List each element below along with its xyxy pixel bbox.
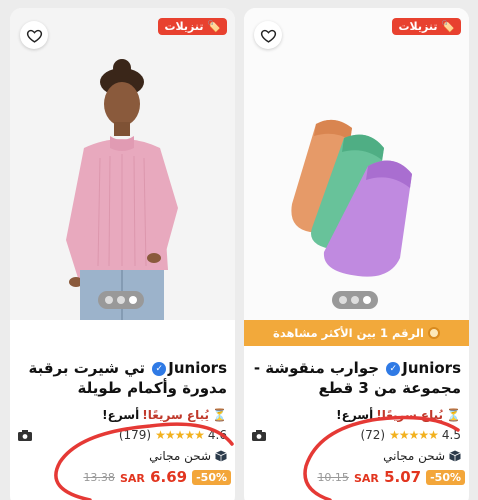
free-shipping: شحن مجاني — [149, 449, 227, 463]
heart-icon — [260, 29, 276, 43]
selling-fast-label: ⏳ يُباع سريعًا! أسرع! — [336, 408, 461, 422]
review-count: (72) — [360, 428, 386, 442]
rating-row: 4.5 ★★★★★ (72) — [252, 428, 461, 442]
hurry-text: أسرع! — [336, 408, 374, 422]
brand-name[interactable]: Juniors — [168, 359, 227, 377]
verified-icon: ✓ — [152, 361, 167, 376]
sale-price-value: 5.07 — [384, 468, 422, 486]
free-shipping: شحن مجاني — [383, 449, 461, 463]
brand-name[interactable]: Juniors — [402, 359, 461, 377]
image-carousel-dots[interactable] — [98, 291, 144, 309]
currency: SAR — [353, 472, 379, 485]
rating-score: 4.6 — [207, 428, 227, 442]
review-count: (179) — [118, 428, 152, 442]
price-row: -50% SAR 6.69 13.38 — [14, 468, 231, 486]
free-shipping-text: شحن مجاني — [383, 449, 445, 463]
sale-price: SAR 5.07 — [354, 468, 421, 486]
rating-score: 4.5 — [441, 428, 461, 442]
carousel-dot[interactable] — [339, 296, 347, 304]
product-image[interactable] — [244, 8, 469, 320]
wishlist-button[interactable] — [254, 21, 282, 49]
price-row: -50% SAR 5.07 10.15 — [248, 468, 465, 486]
product-card-socks[interactable]: 🏷️ تنزيلات الرقم 1 بين الأكثر مشاهدة Jun… — [244, 8, 469, 500]
sale-price-value: 6.69 — [150, 468, 188, 486]
rating-stars: ★★★★★ — [389, 428, 439, 442]
product-image[interactable] — [10, 8, 235, 320]
free-shipping-text: شحن مجاني — [149, 449, 211, 463]
camera-icon — [252, 429, 266, 441]
camera-icon — [18, 429, 32, 441]
image-carousel-dots[interactable] — [332, 291, 378, 309]
selling-fast-label: ⏳ يُباع سريعًا! أسرع! — [102, 408, 227, 422]
hurry-text: أسرع! — [102, 408, 140, 422]
carousel-dot-active[interactable] — [363, 296, 371, 304]
sale-badge: 🏷️ تنزيلات — [392, 18, 461, 35]
carousel-dot[interactable] — [117, 296, 125, 304]
discount-badge: -50% — [426, 469, 465, 485]
medal-icon — [427, 327, 440, 339]
selling-fast-text: يُباع سريعًا! — [142, 408, 210, 422]
hourglass-icon: ⏳ — [212, 408, 227, 422]
carousel-dot[interactable] — [351, 296, 359, 304]
selling-fast-text: يُباع سريعًا! — [376, 408, 444, 422]
original-price: 10.15 — [317, 470, 349, 484]
carousel-dot-active[interactable] — [129, 296, 137, 304]
sale-price: SAR 6.69 — [120, 468, 187, 486]
original-price: 13.38 — [83, 470, 115, 484]
rating-row: 4.6 ★★★★★ (179) — [18, 428, 227, 442]
sale-badge: 🏷️ تنزيلات — [158, 18, 227, 35]
most-viewed-text: الرقم 1 بين الأكثر مشاهدة — [273, 326, 424, 340]
product-title[interactable]: Juniors✓ جوارب منقوشة - مجموعة من 3 قطع — [252, 358, 461, 398]
discount-badge: -50% — [192, 469, 231, 485]
rating-stars: ★★★★★ — [155, 428, 205, 442]
currency: SAR — [119, 472, 145, 485]
product-card-tshirt[interactable]: 🏷️ تنزيلات Juniors✓ تي شيرت برقبة مدورة … — [10, 8, 235, 500]
hourglass-icon: ⏳ — [446, 408, 461, 422]
carousel-dot[interactable] — [105, 296, 113, 304]
product-title[interactable]: Juniors✓ تي شيرت برقبة مدورة وأكمام طويل… — [18, 358, 228, 398]
box-icon — [449, 450, 461, 462]
wishlist-button[interactable] — [20, 21, 48, 49]
girl-photo — [10, 8, 235, 320]
most-viewed-banner: الرقم 1 بين الأكثر مشاهدة — [244, 320, 469, 346]
socks-photo — [244, 8, 469, 320]
verified-icon: ✓ — [386, 361, 401, 376]
heart-icon — [26, 29, 42, 43]
box-icon — [215, 450, 227, 462]
